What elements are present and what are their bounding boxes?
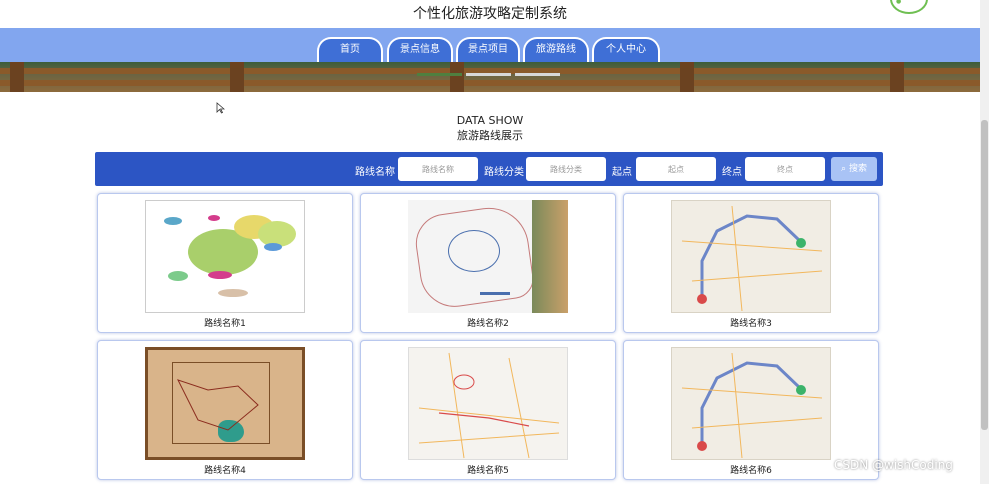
route-card[interactable]: 路线名称1: [97, 193, 353, 333]
main-nav: 首页 景点信息 景点项目 旅游路线 个人中心: [0, 28, 980, 63]
end-point-input[interactable]: 终点: [745, 157, 825, 181]
section-title-en: DATA SHOW: [456, 114, 524, 127]
route-category-label: 路线分类: [484, 167, 524, 178]
hero-banner: [0, 62, 980, 92]
nav-tab-attraction-projects[interactable]: 景点项目: [456, 37, 520, 63]
route-card[interactable]: 路线名称3: [623, 193, 879, 333]
start-pin-icon: [697, 441, 707, 451]
site-title: 个性化旅游攻略定制系统: [413, 6, 567, 22]
carousel-dot[interactable]: [466, 73, 511, 76]
section-title-cn: 旅游路线展示: [457, 129, 523, 142]
route-card[interactable]: 路线名称2: [360, 193, 616, 333]
route-card[interactable]: 路线名称5: [360, 340, 616, 480]
route-name: 路线名称5: [467, 466, 509, 476]
carousel-dot[interactable]: [417, 73, 462, 76]
search-button-label: 搜索: [848, 164, 867, 174]
route-map-image: [408, 347, 568, 460]
carousel-dot[interactable]: [515, 73, 560, 76]
search-bar: 路线名称 路线名称 路线分类 路线分类 起点 起点 终点 终点 ⌕ 搜索: [95, 152, 883, 186]
end-pin-icon: [796, 385, 806, 395]
route-name: 路线名称4: [204, 466, 246, 476]
route-map-image: [145, 347, 305, 460]
start-pin-icon: [697, 294, 707, 304]
route-name: 路线名称2: [467, 319, 509, 329]
end-pin-icon: [796, 238, 806, 248]
vertical-scrollbar[interactable]: [980, 0, 989, 484]
start-point-label: 起点: [612, 167, 632, 178]
route-map-image: [671, 200, 831, 313]
nav-tab-routes[interactable]: 旅游路线: [523, 37, 589, 63]
start-point-input[interactable]: 起点: [636, 157, 716, 181]
route-map-image: [408, 200, 568, 313]
route-map-image: [145, 200, 305, 313]
route-card[interactable]: 路线名称4: [97, 340, 353, 480]
scrollbar-thumb[interactable]: [981, 120, 988, 430]
nav-tab-attractions[interactable]: 景点信息: [387, 37, 453, 63]
route-category-input[interactable]: 路线分类: [526, 157, 606, 181]
route-name-label: 路线名称: [355, 167, 395, 178]
search-icon: ⌕: [841, 164, 847, 174]
end-point-label: 终点: [722, 167, 742, 178]
watermark: CSDN @wishCoding: [834, 458, 953, 472]
site-header: 个性化旅游攻略定制系统 ●: [0, 0, 980, 29]
route-name: 路线名称3: [730, 319, 772, 329]
nav-tab-home[interactable]: 首页: [317, 37, 383, 63]
route-map-image: [671, 347, 831, 460]
search-button[interactable]: ⌕ 搜索: [831, 157, 877, 181]
route-name-input[interactable]: 路线名称: [398, 157, 478, 181]
nav-tab-profile[interactable]: 个人中心: [592, 37, 660, 63]
route-name: 路线名称1: [204, 319, 246, 329]
